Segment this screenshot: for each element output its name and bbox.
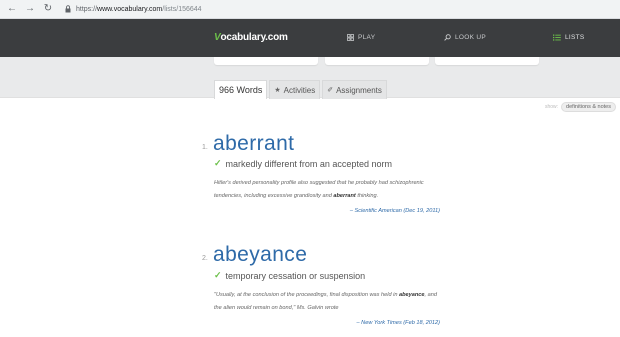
display-mode-button[interactable]: definitions & notes [561,102,616,112]
example-text-after: thinking. [355,192,379,199]
back-arrow-icon[interactable]: ← [6,3,18,15]
example-source-link[interactable]: – Scientific American (Dec 19, 2011) [350,208,440,214]
forward-arrow-icon[interactable]: → [24,3,36,15]
address-bar[interactable]: https://www.vocabulary.com/lists/156644 [76,6,202,13]
tab-assignments-label: Assignments [336,85,382,95]
reload-icon[interactable]: ↻ [42,3,54,15]
tab-activities-label: Activities [283,85,316,95]
lock-icon [64,5,72,14]
entry-definition: ✓ markedly different from an accepted no… [214,158,392,169]
example-highlight: aberrant [333,192,356,199]
checkmark-icon: ✓ [214,270,222,280]
nav-lists-label: LISTS [565,34,585,41]
site-header: Vocabulary.com PLAY LOOK UP LISTS [0,19,620,57]
tab-words-label: 966 Words [219,85,263,95]
example-text-before: "Usually, at the conclusion of the proce… [214,292,400,298]
nav-lists[interactable]: LISTS [553,34,585,41]
list-tabs: 966 Words ★ Activities ✐ Assignments [214,80,389,99]
display-toggle: show: definitions & notes [545,102,616,112]
url-host: www.vocabulary.com [97,5,163,13]
entry-word[interactable]: abeyance [213,243,307,267]
grid-icon [347,34,354,41]
display-toggle-label: show: [544,104,559,110]
trophy-icon: ★ [274,87,281,94]
nav-lookup[interactable]: LOOK UP [444,34,486,41]
definition-text: markedly different from an accepted norm [225,158,392,169]
checkmark-icon: ✓ [214,158,222,168]
nav-play-label: PLAY [358,34,376,41]
entry-word[interactable]: aberrant [213,132,294,156]
entry-definition: ✓ temporary cessation or suspension [214,270,365,281]
nav-play[interactable]: PLAY [347,34,375,41]
search-icon [444,34,451,41]
site-logo[interactable]: Vocabulary.com [214,32,288,43]
browser-toolbar: ← → ↻ https://www.vocabulary.com/lists/1… [0,0,620,19]
word-entry: 2. abeyance ✓ temporary cessation or sus… [202,241,452,333]
entry-example: Hitler's derived personality profile als… [214,177,444,202]
example-highlight: abeyance [399,292,425,298]
url-path: /lists/156644 [162,5,202,13]
definition-text: temporary cessation or suspension [225,270,366,281]
nav-lookup-label: LOOK UP [455,34,486,41]
tab-assignments[interactable]: ✐ Assignments [322,80,387,99]
paperclip-icon: ✐ [327,87,334,94]
entry-number: 2. [202,255,208,262]
header-card [214,57,318,65]
entry-number: 1. [202,144,208,151]
list-icon [553,34,561,41]
word-entry: 1. aberrant ✓ markedly different from an… [202,130,452,220]
header-card [325,57,429,65]
header-card [435,57,539,65]
url-protocol: https:// [76,5,98,13]
logo-text: ocabulary.com [220,32,288,43]
example-source-link[interactable]: – New York Times (Feb 18, 2012) [357,320,440,326]
example-text-before: Hitler's derived personality profile als… [214,180,424,199]
entry-example: "Usually, at the conclusion of the proce… [214,289,444,314]
tab-activities[interactable]: ★ Activities [269,80,321,99]
tab-words[interactable]: 966 Words [214,80,268,99]
